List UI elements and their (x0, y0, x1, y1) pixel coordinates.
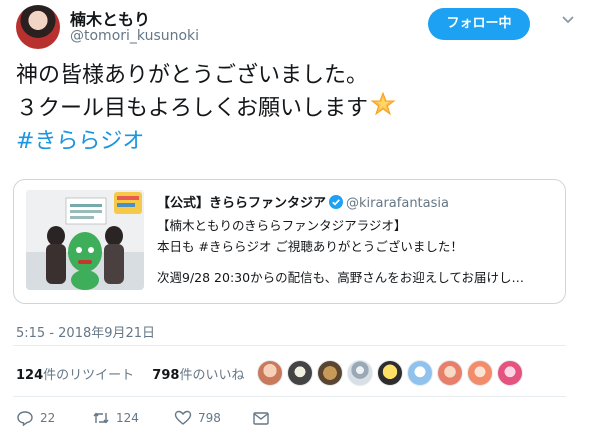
envelope-icon (253, 412, 269, 425)
user-avatar[interactable] (16, 5, 60, 49)
quoted-tweet-author[interactable]: 【公式】きららファンタジア @kirarafantasia (157, 192, 449, 211)
quoted-tweet-line: 次週9/28 20:30からの配信も、高野さんをお迎えしてお届けし… (157, 270, 524, 285)
like-button[interactable]: 798 (174, 408, 221, 428)
retweet-stat-label: 件のリツイート (43, 368, 135, 383)
liker-avatar[interactable] (467, 360, 493, 386)
retweet-icon (93, 412, 109, 424)
liker-avatar[interactable] (437, 360, 463, 386)
quoted-tweet-name: 【公式】きららファンタジア (157, 196, 327, 211)
engagement-stats: 124件のリツイート 798件のいいね (16, 364, 258, 383)
chevron-down-icon[interactable] (558, 12, 578, 28)
hashtag-link[interactable]: #きららジオ (16, 126, 576, 157)
quoted-tweet-line: 本日も #きららジオ ご視聴ありがとうございました！ (157, 239, 463, 254)
like-stat[interactable]: 798件のいいね (152, 368, 244, 383)
quoted-tweet-handle: @kirarafantasia (346, 196, 449, 211)
retweet-count: 124 (116, 411, 139, 425)
glowing-star-icon (370, 91, 396, 126)
reply-count: 22 (40, 411, 56, 425)
retweet-count: 124 (16, 368, 44, 383)
tweet-line: ３クール目もよろしくお願いします (16, 96, 369, 121)
tweet-header: 楠木ともり @tomori_kusunoki フォロー中 (0, 0, 600, 56)
tweet-text: 神の皆様ありがとうございました。 ３クール目もよろしくお願いします #きららジオ (16, 60, 576, 157)
retweet-button[interactable]: 124 (92, 408, 139, 428)
tweet-timestamp[interactable]: 5:15 - 2018年9月21日 (16, 322, 155, 341)
liker-avatar[interactable] (287, 360, 313, 386)
like-stat-label: 件のいいね (179, 368, 245, 383)
tweet-line-2: ３クール目もよろしくお願いします (16, 91, 576, 126)
verified-badge-icon (329, 195, 344, 209)
reply-button[interactable]: 22 (16, 408, 55, 428)
following-button[interactable]: フォロー中 (428, 8, 530, 40)
quoted-tweet-line: 【楠木ともりのきららファンタジアラジオ】 (157, 218, 407, 233)
tweet-line: 神の皆様ありがとうございました。 (16, 63, 369, 88)
quoted-tweet-text: 【楠木ともりのきららファンタジアラジオ】 本日も #きららジオ ご視聴ありがとう… (157, 215, 557, 288)
liker-avatar[interactable] (407, 360, 433, 386)
quoted-tweet-spacer (157, 257, 557, 267)
liker-avatar[interactable] (497, 360, 523, 386)
divider (13, 396, 566, 397)
divider (13, 345, 566, 346)
quoted-tweet-card[interactable]: 【公式】きららファンタジア @kirarafantasia 【楠木ともりのきららフ… (13, 179, 566, 304)
heart-icon (174, 410, 192, 425)
quoted-tweet-image[interactable] (26, 190, 144, 290)
like-count-action: 798 (198, 411, 221, 425)
liker-avatar[interactable] (377, 360, 403, 386)
reply-icon (17, 411, 33, 427)
retweet-stat[interactable]: 124件のリツイート (16, 368, 134, 383)
tweet-actions: 22 124 798 (16, 408, 296, 428)
liker-avatar[interactable] (347, 360, 373, 386)
like-count: 798 (152, 368, 180, 383)
user-display-name[interactable]: 楠木ともり (70, 6, 150, 30)
liker-avatar[interactable] (257, 360, 283, 386)
direct-message-button[interactable] (252, 408, 276, 428)
user-handle[interactable]: @tomori_kusunoki (70, 28, 199, 44)
liker-avatar[interactable] (317, 360, 343, 386)
